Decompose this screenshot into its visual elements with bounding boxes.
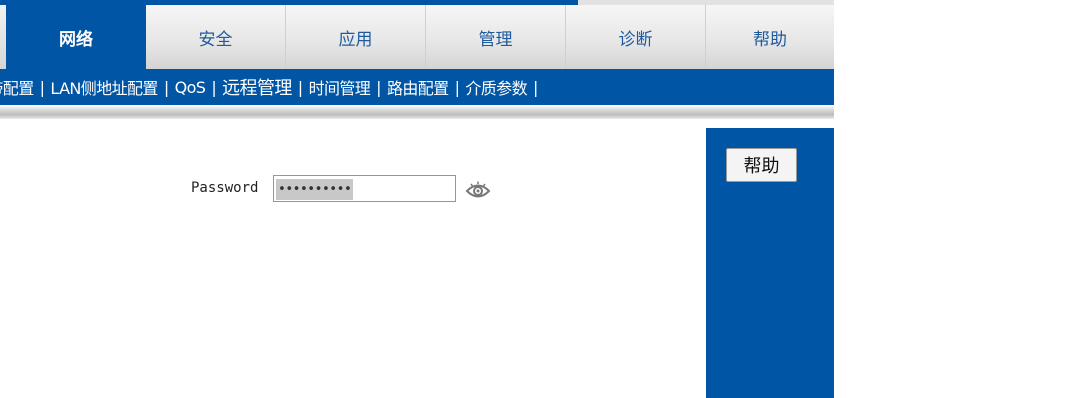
password-field[interactable]: •••••••••• bbox=[273, 175, 456, 202]
submenu-item-remote-management[interactable]: 远程管理 bbox=[222, 74, 292, 100]
submenu-separator: | bbox=[163, 77, 169, 97]
eye-icon[interactable] bbox=[465, 178, 491, 202]
main-tab-bar: 网络 安全 应用 管理 诊断 帮助 bbox=[0, 5, 834, 69]
submenu-item-route-config[interactable]: 路由配置 bbox=[387, 75, 449, 99]
password-value: •••••••••• bbox=[276, 179, 354, 200]
submenu-items: 宽带配置 | LAN侧地址配置 | QoS | 远程管理 | 时间管理 | 路由… bbox=[0, 69, 544, 105]
password-label: Password bbox=[191, 180, 259, 196]
help-panel: 帮助 bbox=[706, 128, 834, 398]
tab-network[interactable]: 网络 bbox=[6, 5, 146, 69]
tab-management[interactable]: 管理 bbox=[426, 5, 566, 69]
submenu-item-media-params[interactable]: 介质参数 bbox=[465, 75, 527, 99]
submenu-item-time-management[interactable]: 时间管理 bbox=[309, 75, 371, 99]
help-button[interactable]: 帮助 bbox=[726, 148, 797, 182]
submenu-bar: 宽带配置 | LAN侧地址配置 | QoS | 远程管理 | 时间管理 | 路由… bbox=[0, 69, 834, 105]
submenu-separator: | bbox=[376, 77, 381, 97]
eye-icon-graphic bbox=[465, 181, 491, 198]
tab-application[interactable]: 应用 bbox=[286, 5, 426, 69]
submenu-separator: | bbox=[454, 77, 460, 97]
router-admin-page: 网络 安全 应用 管理 诊断 帮助 宽带配置 | LAN侧地址配置 | QoS … bbox=[0, 0, 1080, 398]
submenu-separator: | bbox=[39, 77, 45, 97]
content-divider bbox=[0, 105, 834, 119]
tab-diagnostics[interactable]: 诊断 bbox=[566, 5, 706, 69]
submenu-item-lan-address[interactable]: LAN侧地址配置 bbox=[50, 75, 158, 99]
tab-security[interactable]: 安全 bbox=[146, 5, 286, 69]
submenu-separator: | bbox=[211, 77, 217, 97]
submenu-item-qos[interactable]: QoS bbox=[175, 78, 206, 97]
submenu-separator: | bbox=[532, 77, 538, 97]
submenu-item-broadband[interactable]: 宽带配置 bbox=[0, 75, 34, 99]
submenu-separator: | bbox=[297, 77, 303, 97]
tab-help[interactable]: 帮助 bbox=[706, 5, 834, 69]
